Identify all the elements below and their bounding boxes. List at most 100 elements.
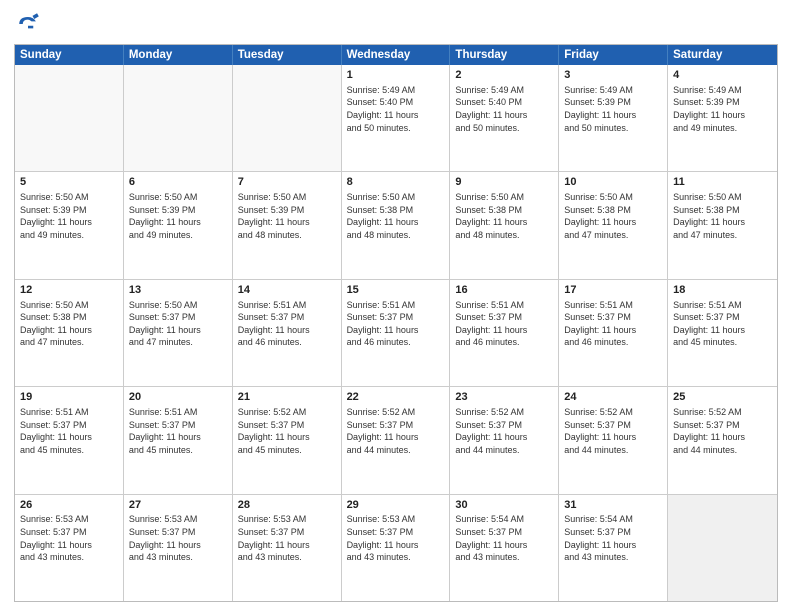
day-number: 22	[347, 390, 445, 405]
cal-cell-18: 18Sunrise: 5:51 AM Sunset: 5:37 PM Dayli…	[668, 280, 777, 386]
cal-cell-3: 3Sunrise: 5:49 AM Sunset: 5:39 PM Daylig…	[559, 65, 668, 171]
cal-cell-27: 27Sunrise: 5:53 AM Sunset: 5:37 PM Dayli…	[124, 495, 233, 601]
cal-cell-empty-4-6	[668, 495, 777, 601]
cell-info: Sunrise: 5:53 AM Sunset: 5:37 PM Dayligh…	[347, 513, 445, 563]
calendar-row-1: 1Sunrise: 5:49 AM Sunset: 5:40 PM Daylig…	[15, 65, 777, 171]
cal-cell-29: 29Sunrise: 5:53 AM Sunset: 5:37 PM Dayli…	[342, 495, 451, 601]
cell-info: Sunrise: 5:52 AM Sunset: 5:37 PM Dayligh…	[455, 406, 553, 456]
cal-cell-empty-0-0	[15, 65, 124, 171]
day-number: 29	[347, 498, 445, 513]
day-number: 1	[347, 68, 445, 83]
header-day-sunday: Sunday	[15, 45, 124, 65]
day-number: 3	[564, 68, 662, 83]
day-number: 9	[455, 175, 553, 190]
header-day-monday: Monday	[124, 45, 233, 65]
day-number: 20	[129, 390, 227, 405]
cal-cell-24: 24Sunrise: 5:52 AM Sunset: 5:37 PM Dayli…	[559, 387, 668, 493]
day-number: 16	[455, 283, 553, 298]
calendar-header: SundayMondayTuesdayWednesdayThursdayFrid…	[15, 45, 777, 65]
header	[14, 10, 778, 38]
page: SundayMondayTuesdayWednesdayThursdayFrid…	[0, 0, 792, 612]
cell-info: Sunrise: 5:51 AM Sunset: 5:37 PM Dayligh…	[238, 299, 336, 349]
cal-cell-23: 23Sunrise: 5:52 AM Sunset: 5:37 PM Dayli…	[450, 387, 559, 493]
cell-info: Sunrise: 5:51 AM Sunset: 5:37 PM Dayligh…	[455, 299, 553, 349]
cal-cell-14: 14Sunrise: 5:51 AM Sunset: 5:37 PM Dayli…	[233, 280, 342, 386]
cell-info: Sunrise: 5:50 AM Sunset: 5:39 PM Dayligh…	[238, 191, 336, 241]
day-number: 8	[347, 175, 445, 190]
header-day-wednesday: Wednesday	[342, 45, 451, 65]
header-day-thursday: Thursday	[450, 45, 559, 65]
day-number: 24	[564, 390, 662, 405]
logo-icon	[14, 10, 42, 38]
calendar-row-4: 19Sunrise: 5:51 AM Sunset: 5:37 PM Dayli…	[15, 386, 777, 493]
day-number: 28	[238, 498, 336, 513]
header-day-tuesday: Tuesday	[233, 45, 342, 65]
day-number: 17	[564, 283, 662, 298]
cell-info: Sunrise: 5:49 AM Sunset: 5:40 PM Dayligh…	[347, 84, 445, 134]
cell-info: Sunrise: 5:50 AM Sunset: 5:37 PM Dayligh…	[129, 299, 227, 349]
cal-cell-13: 13Sunrise: 5:50 AM Sunset: 5:37 PM Dayli…	[124, 280, 233, 386]
cell-info: Sunrise: 5:52 AM Sunset: 5:37 PM Dayligh…	[564, 406, 662, 456]
day-number: 21	[238, 390, 336, 405]
day-number: 23	[455, 390, 553, 405]
day-number: 2	[455, 68, 553, 83]
day-number: 13	[129, 283, 227, 298]
cal-cell-15: 15Sunrise: 5:51 AM Sunset: 5:37 PM Dayli…	[342, 280, 451, 386]
day-number: 14	[238, 283, 336, 298]
logo	[14, 10, 46, 38]
cal-cell-5: 5Sunrise: 5:50 AM Sunset: 5:39 PM Daylig…	[15, 172, 124, 278]
cell-info: Sunrise: 5:50 AM Sunset: 5:38 PM Dayligh…	[564, 191, 662, 241]
day-number: 25	[673, 390, 772, 405]
cal-cell-8: 8Sunrise: 5:50 AM Sunset: 5:38 PM Daylig…	[342, 172, 451, 278]
day-number: 7	[238, 175, 336, 190]
cal-cell-16: 16Sunrise: 5:51 AM Sunset: 5:37 PM Dayli…	[450, 280, 559, 386]
calendar: SundayMondayTuesdayWednesdayThursdayFrid…	[14, 44, 778, 602]
cell-info: Sunrise: 5:49 AM Sunset: 5:39 PM Dayligh…	[564, 84, 662, 134]
day-number: 12	[20, 283, 118, 298]
cell-info: Sunrise: 5:50 AM Sunset: 5:38 PM Dayligh…	[20, 299, 118, 349]
cell-info: Sunrise: 5:51 AM Sunset: 5:37 PM Dayligh…	[673, 299, 772, 349]
day-number: 6	[129, 175, 227, 190]
day-number: 30	[455, 498, 553, 513]
calendar-row-2: 5Sunrise: 5:50 AM Sunset: 5:39 PM Daylig…	[15, 171, 777, 278]
cell-info: Sunrise: 5:53 AM Sunset: 5:37 PM Dayligh…	[20, 513, 118, 563]
calendar-body: 1Sunrise: 5:49 AM Sunset: 5:40 PM Daylig…	[15, 65, 777, 601]
cell-info: Sunrise: 5:50 AM Sunset: 5:38 PM Dayligh…	[673, 191, 772, 241]
cal-cell-empty-0-2	[233, 65, 342, 171]
cal-cell-25: 25Sunrise: 5:52 AM Sunset: 5:37 PM Dayli…	[668, 387, 777, 493]
cell-info: Sunrise: 5:53 AM Sunset: 5:37 PM Dayligh…	[238, 513, 336, 563]
cal-cell-6: 6Sunrise: 5:50 AM Sunset: 5:39 PM Daylig…	[124, 172, 233, 278]
header-day-friday: Friday	[559, 45, 668, 65]
day-number: 10	[564, 175, 662, 190]
cell-info: Sunrise: 5:54 AM Sunset: 5:37 PM Dayligh…	[564, 513, 662, 563]
day-number: 27	[129, 498, 227, 513]
calendar-row-5: 26Sunrise: 5:53 AM Sunset: 5:37 PM Dayli…	[15, 494, 777, 601]
day-number: 19	[20, 390, 118, 405]
cell-info: Sunrise: 5:54 AM Sunset: 5:37 PM Dayligh…	[455, 513, 553, 563]
cal-cell-28: 28Sunrise: 5:53 AM Sunset: 5:37 PM Dayli…	[233, 495, 342, 601]
cell-info: Sunrise: 5:49 AM Sunset: 5:39 PM Dayligh…	[673, 84, 772, 134]
cell-info: Sunrise: 5:51 AM Sunset: 5:37 PM Dayligh…	[347, 299, 445, 349]
cell-info: Sunrise: 5:53 AM Sunset: 5:37 PM Dayligh…	[129, 513, 227, 563]
day-number: 5	[20, 175, 118, 190]
cal-cell-12: 12Sunrise: 5:50 AM Sunset: 5:38 PM Dayli…	[15, 280, 124, 386]
calendar-row-3: 12Sunrise: 5:50 AM Sunset: 5:38 PM Dayli…	[15, 279, 777, 386]
cell-info: Sunrise: 5:51 AM Sunset: 5:37 PM Dayligh…	[20, 406, 118, 456]
cal-cell-4: 4Sunrise: 5:49 AM Sunset: 5:39 PM Daylig…	[668, 65, 777, 171]
cal-cell-21: 21Sunrise: 5:52 AM Sunset: 5:37 PM Dayli…	[233, 387, 342, 493]
cal-cell-2: 2Sunrise: 5:49 AM Sunset: 5:40 PM Daylig…	[450, 65, 559, 171]
cal-cell-26: 26Sunrise: 5:53 AM Sunset: 5:37 PM Dayli…	[15, 495, 124, 601]
cal-cell-9: 9Sunrise: 5:50 AM Sunset: 5:38 PM Daylig…	[450, 172, 559, 278]
day-number: 4	[673, 68, 772, 83]
cell-info: Sunrise: 5:50 AM Sunset: 5:39 PM Dayligh…	[20, 191, 118, 241]
cell-info: Sunrise: 5:51 AM Sunset: 5:37 PM Dayligh…	[564, 299, 662, 349]
cell-info: Sunrise: 5:49 AM Sunset: 5:40 PM Dayligh…	[455, 84, 553, 134]
cell-info: Sunrise: 5:50 AM Sunset: 5:39 PM Dayligh…	[129, 191, 227, 241]
cal-cell-30: 30Sunrise: 5:54 AM Sunset: 5:37 PM Dayli…	[450, 495, 559, 601]
cal-cell-19: 19Sunrise: 5:51 AM Sunset: 5:37 PM Dayli…	[15, 387, 124, 493]
day-number: 31	[564, 498, 662, 513]
cal-cell-22: 22Sunrise: 5:52 AM Sunset: 5:37 PM Dayli…	[342, 387, 451, 493]
cal-cell-empty-0-1	[124, 65, 233, 171]
day-number: 26	[20, 498, 118, 513]
cell-info: Sunrise: 5:52 AM Sunset: 5:37 PM Dayligh…	[673, 406, 772, 456]
